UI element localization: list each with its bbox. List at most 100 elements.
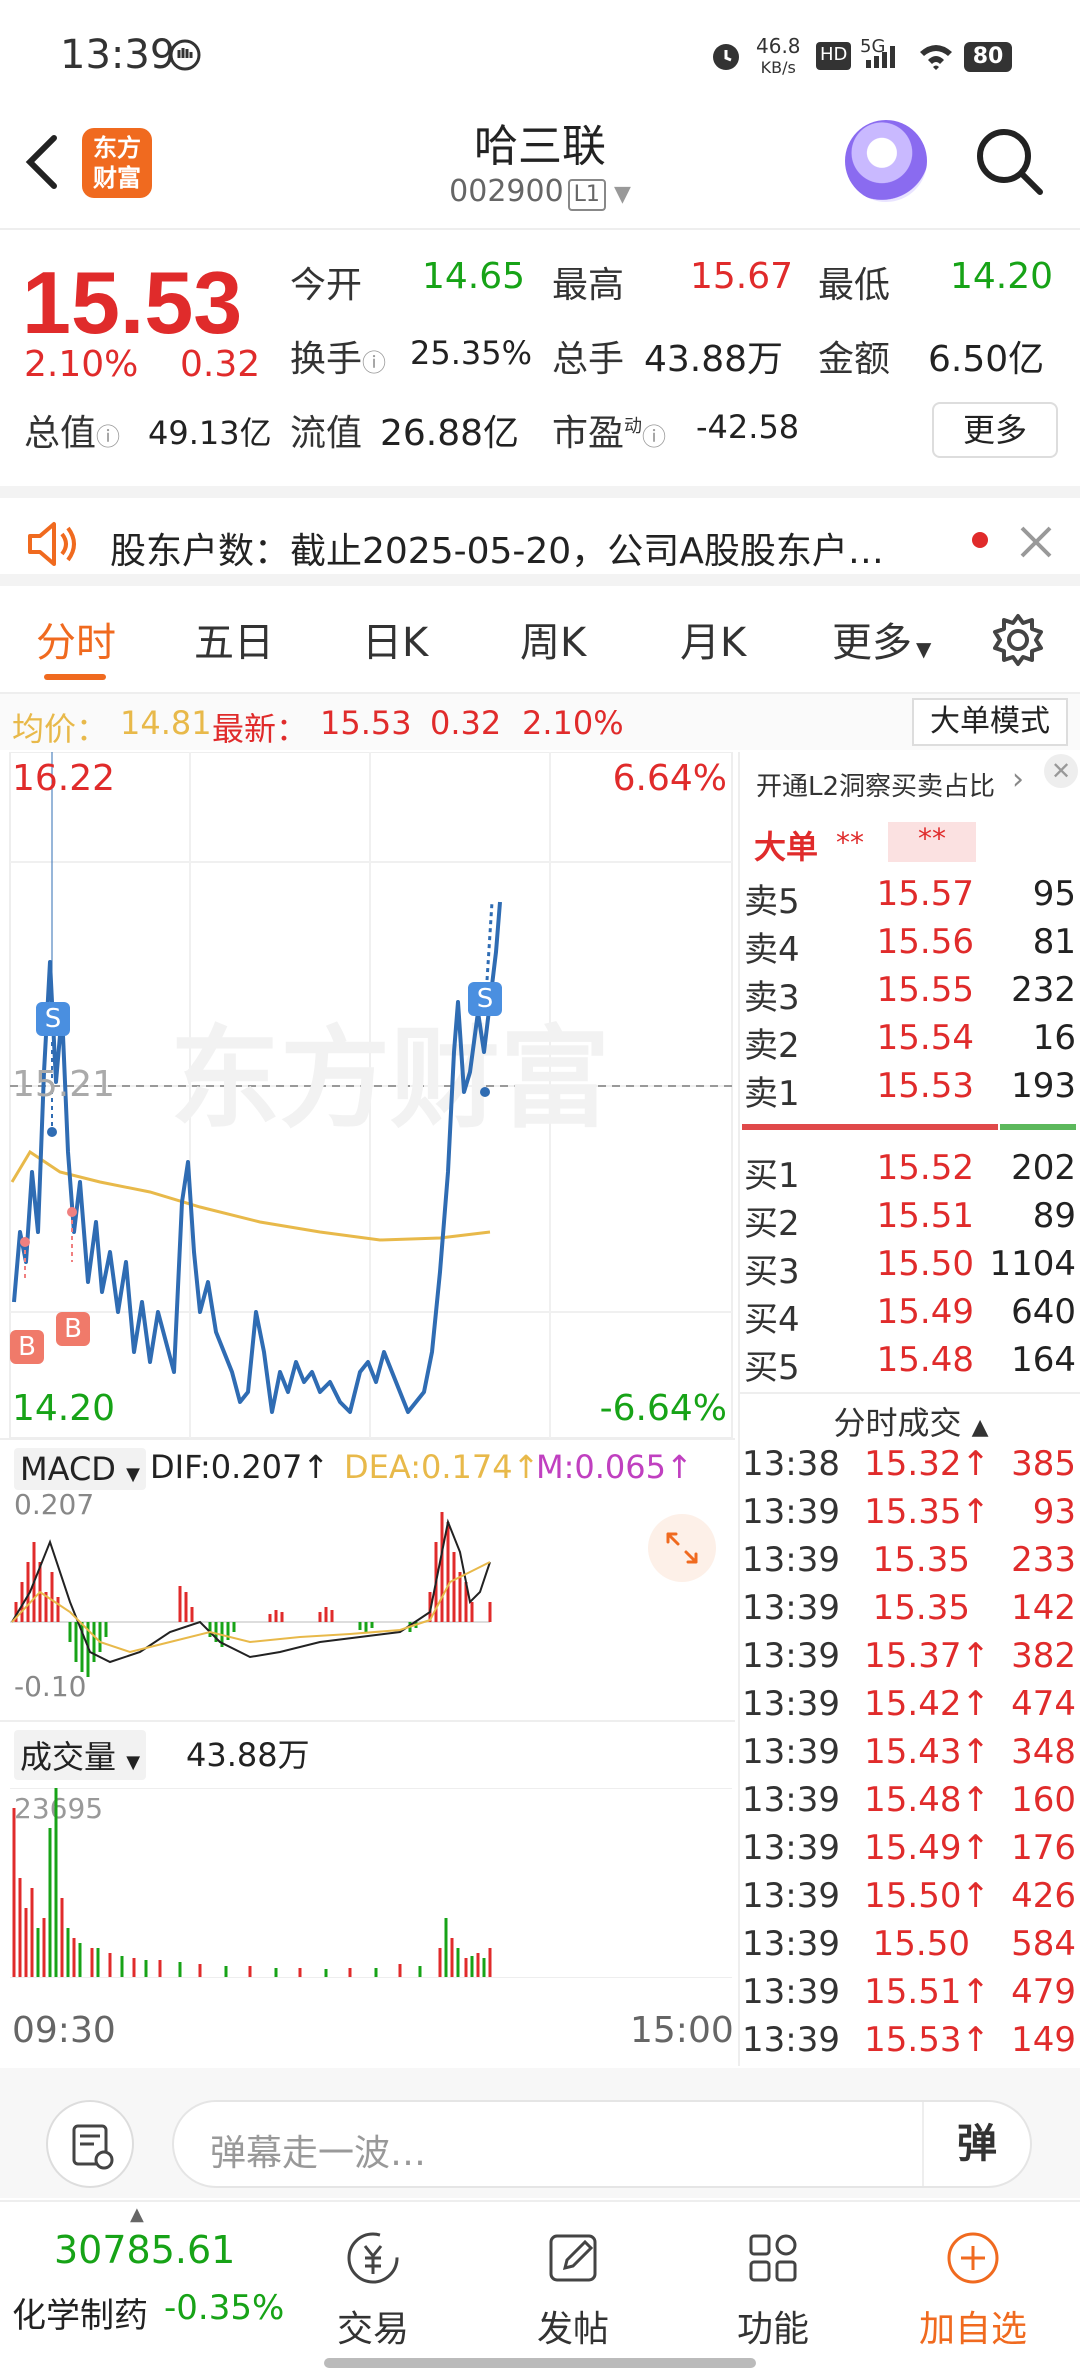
bid-row[interactable]: 买5 15.48 164 bbox=[740, 1340, 1080, 1388]
low-label: 最低 bbox=[818, 265, 891, 306]
danmaku-toggle-button[interactable]: 弹 bbox=[922, 2102, 1030, 2186]
trade-price: 15.48↑ bbox=[864, 1780, 990, 1820]
buy-marker[interactable]: B bbox=[10, 1330, 44, 1364]
trades-header[interactable]: 分时成交 ▲ bbox=[740, 1398, 1080, 1444]
trade-row: 13:39 15.50↑ 426 bbox=[740, 1876, 1080, 1924]
trade-time: 13:39 bbox=[742, 1636, 840, 1676]
ask-qty: 232 bbox=[1011, 970, 1076, 1010]
amount-label: 金额 bbox=[818, 339, 891, 380]
search-icon[interactable] bbox=[972, 124, 1048, 200]
trade-row: 13:39 15.43↑ 348 bbox=[740, 1732, 1080, 1780]
ask-row[interactable]: 卖3 15.55 232 bbox=[740, 970, 1080, 1018]
volume-selector[interactable]: 成交量 ▼ bbox=[14, 1730, 147, 1780]
sector-index[interactable]: ▲ 30785.61 化学制药 -0.35% bbox=[0, 2202, 290, 2376]
trade-qty: 348 bbox=[1011, 1732, 1076, 1772]
tab-five-day[interactable]: 五日 bbox=[194, 610, 274, 668]
robot-assistant-avatar[interactable] bbox=[845, 120, 927, 202]
function-nav-item[interactable]: 功能 bbox=[698, 2202, 848, 2352]
big-order-value-1: ** bbox=[836, 826, 864, 859]
settings-gear-icon[interactable] bbox=[990, 612, 1046, 668]
intraday-chart[interactable]: 东方财富 16.22 6.64% 15.21 14.20 -6.64% S S … bbox=[0, 752, 735, 1438]
trade-qty: 149 bbox=[1011, 2020, 1076, 2060]
ask-row[interactable]: 卖5 15.57 95 bbox=[740, 874, 1080, 922]
bid-qty: 202 bbox=[1011, 1148, 1076, 1188]
bid-price: 15.50 bbox=[876, 1244, 974, 1284]
ask-row[interactable]: 卖1 15.53 193 bbox=[740, 1066, 1080, 1114]
bid-row[interactable]: 买2 15.51 89 bbox=[740, 1196, 1080, 1244]
ask-price: 15.54 bbox=[876, 1018, 974, 1058]
buy-marker[interactable]: B bbox=[56, 1312, 90, 1346]
trade-qty: 479 bbox=[1011, 1972, 1076, 2012]
bid-label: 买5 bbox=[744, 1348, 800, 1388]
macd-top-value: 0.207 bbox=[14, 1488, 95, 1521]
latest-percent: 2.10% bbox=[522, 704, 624, 742]
add-circle-icon bbox=[947, 2232, 999, 2284]
trade-row: 13:39 15.35 142 bbox=[740, 1588, 1080, 1636]
add-watchlist-nav-item[interactable]: 加自选 bbox=[898, 2202, 1048, 2352]
tab-monthly-k[interactable]: 月K bbox=[680, 610, 746, 668]
macd-selector[interactable]: MACD ▼ bbox=[14, 1448, 146, 1490]
trade-price: 15.50↑ bbox=[864, 1876, 990, 1916]
sector-name: 化学制药 bbox=[12, 2296, 148, 2336]
comment-settings-icon[interactable] bbox=[46, 2100, 134, 2188]
macd-m: M:0.065↑ bbox=[536, 1448, 693, 1486]
sector-index-value: 30785.61 bbox=[54, 2228, 236, 2272]
mktcap-value: 49.13亿 bbox=[148, 414, 272, 452]
grid-function-icon bbox=[749, 2234, 797, 2282]
trade-label: 交易 bbox=[336, 2309, 409, 2350]
change-percent: 2.10% bbox=[24, 344, 139, 385]
dropdown-arrow-icon: ▼ bbox=[126, 1464, 140, 1485]
ask-row[interactable]: 卖2 15.54 16 bbox=[740, 1018, 1080, 1066]
tab-more[interactable]: 更多 ▼ bbox=[832, 610, 931, 668]
trade-time: 13:39 bbox=[742, 1876, 840, 1916]
bid-label: 买4 bbox=[744, 1300, 800, 1340]
more-button[interactable]: 更多 bbox=[932, 402, 1058, 458]
open-label: 今开 bbox=[290, 265, 363, 306]
trade-price: 15.32↑ bbox=[864, 1444, 990, 1484]
post-nav-item[interactable]: 发帖 bbox=[498, 2202, 648, 2352]
macd-name: MACD bbox=[20, 1450, 116, 1488]
turnover-value: 25.35% bbox=[410, 334, 533, 372]
danmaku-input[interactable]: 弹幕走一波… 弹 bbox=[172, 2100, 1032, 2188]
current-price: 15.53 bbox=[22, 253, 243, 352]
ask-row[interactable]: 卖4 15.56 81 bbox=[740, 922, 1080, 970]
macd-dea: DEA:0.174↑ bbox=[344, 1448, 540, 1486]
chevron-down-icon: ▼ bbox=[613, 182, 631, 207]
home-indicator[interactable] bbox=[324, 2358, 756, 2368]
divider bbox=[740, 1392, 1080, 1394]
tab-weekly-k[interactable]: 周K bbox=[520, 610, 586, 668]
time-end: 15:00 bbox=[630, 2010, 734, 2051]
sell-marker[interactable]: S bbox=[36, 1002, 70, 1036]
trade-nav-item[interactable]: 交易 bbox=[298, 2202, 448, 2352]
tab-daily-k[interactable]: 日K bbox=[362, 610, 428, 668]
battery-icon: 80 bbox=[964, 42, 1012, 72]
y-axis-bottom-pct: -6.64% bbox=[599, 1388, 727, 1429]
active-tab-indicator bbox=[44, 674, 106, 680]
big-order-mode-button[interactable]: 大单模式 bbox=[912, 698, 1068, 746]
bid-row[interactable]: 买4 15.49 640 bbox=[740, 1292, 1080, 1340]
sell-marker[interactable]: S bbox=[468, 982, 502, 1016]
pe-value: -42.58 bbox=[696, 408, 800, 446]
hd-badge: HD bbox=[816, 42, 852, 70]
bid-row[interactable]: 买1 15.52 202 bbox=[740, 1148, 1080, 1196]
bid-row[interactable]: 买3 15.50 1104 bbox=[740, 1244, 1080, 1292]
tab-intraday[interactable]: 分时 bbox=[36, 610, 116, 668]
volume-panel[interactable]: 成交量 ▼ 43.88万 23695 09:30 15:00 bbox=[0, 1720, 735, 2066]
big-order-label: 大单 bbox=[754, 828, 819, 866]
l2-promo[interactable]: 开通L2洞察买卖占比 › ✕ bbox=[740, 752, 1080, 814]
level-badge: L1 bbox=[567, 179, 606, 211]
close-icon[interactable] bbox=[1016, 522, 1056, 562]
trade-qty: 382 bbox=[1011, 1636, 1076, 1676]
trade-price: 15.51↑ bbox=[864, 1972, 990, 2012]
macd-panel[interactable]: MACD ▼ DIF:0.207↑ DEA:0.174↑ M:0.065↑ 0.… bbox=[0, 1438, 735, 1720]
expand-icon[interactable] bbox=[648, 1514, 716, 1582]
volume-label: 总手 bbox=[552, 339, 625, 380]
trade-price: 15.35↑ bbox=[864, 1492, 990, 1532]
trade-time: 13:39 bbox=[742, 1684, 840, 1724]
macd-dea-value: DEA:0.174 bbox=[344, 1448, 513, 1486]
quote-panel: 15.53 2.10% 0.32 总值ⓘ 49.13亿 今开 14.65 最高 … bbox=[0, 232, 1080, 478]
news-ticker[interactable]: 股东户数：截止2025-05-20，公司A股股东户… bbox=[0, 486, 1080, 586]
volume-total: 43.88万 bbox=[186, 1736, 310, 1774]
close-icon[interactable]: ✕ bbox=[1044, 754, 1078, 788]
macd-m-value: M:0.065 bbox=[536, 1448, 666, 1486]
